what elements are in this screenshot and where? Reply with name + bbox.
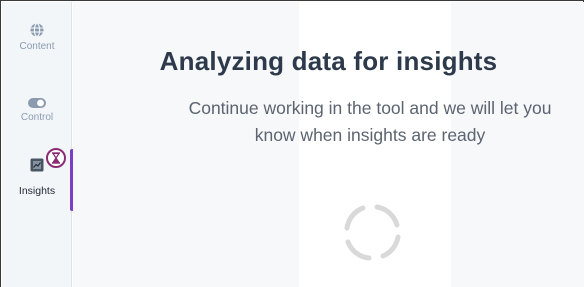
- loading-spinner-icon: [344, 204, 401, 261]
- sidebar: Content Control Insights: [2, 2, 74, 287]
- sidebar-item-label: Content: [19, 41, 55, 52]
- globe-icon: [30, 22, 44, 38]
- page-title: Analyzing data for insights: [159, 46, 498, 76]
- app-window: Content Control Insights Analyzing data …: [0, 0, 584, 287]
- toggle-icon: [28, 98, 46, 108]
- insights-icon: [30, 158, 44, 172]
- hourglass-icon: [51, 152, 61, 164]
- insights-panel: Analyzing data for insights Continue wor…: [73, 2, 584, 287]
- status-message: Continue working in the tool and we will…: [188, 98, 552, 145]
- sidebar-item-control[interactable]: Control: [2, 97, 72, 124]
- sidebar-item-label: Control: [20, 112, 54, 123]
- sidebar-item-label: Insights: [18, 185, 56, 197]
- status-badge: [46, 148, 66, 168]
- sidebar-item-content[interactable]: Content: [2, 22, 72, 53]
